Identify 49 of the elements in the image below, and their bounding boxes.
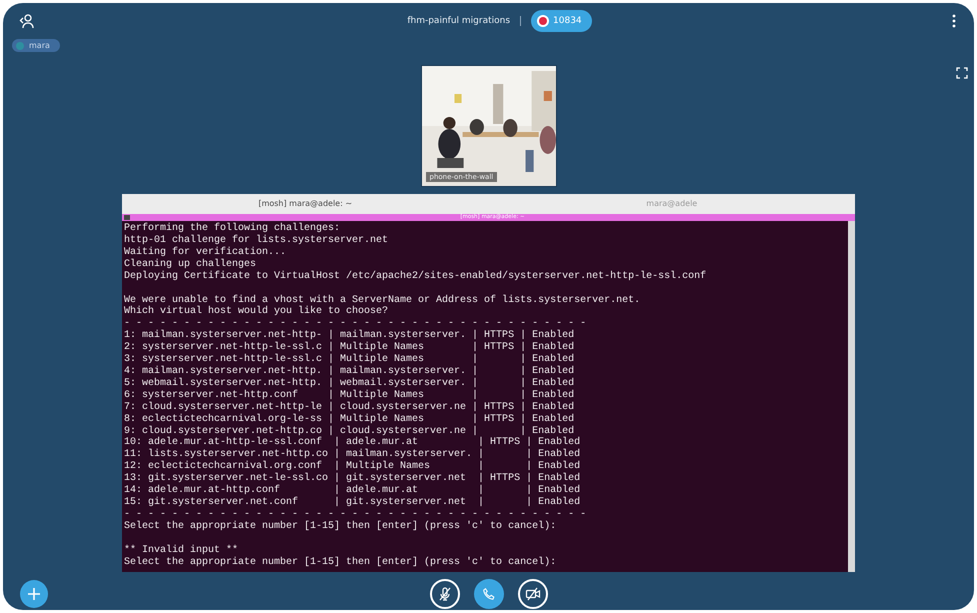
more-menu-icon[interactable] — [952, 14, 956, 28]
terminal-tab[interactable]: mara@adele — [488, 194, 855, 214]
terminal-line: 12: eclectictechcarnival.org.conf | Multiple Names | | Enabled — [124, 461, 582, 472]
terminal-app-icon — [124, 215, 130, 220]
terminal-line: - - - - - - - - - - - - - - - - - - - - - - - - - - - - - - - - - - - - - - - — [124, 508, 588, 520]
terminal-line: 10: adele.mur.at-http-le-ssl.conf | adele.mur.at | HTTPS | Enabled — [124, 437, 582, 448]
phone-icon — [482, 587, 496, 601]
status-dot-icon — [16, 42, 24, 50]
terminal-line: 15: git.systerserver.net.conf | git.systerserver.net | | Enabled — [124, 496, 582, 509]
terminal-line: 1: mailman.systerserver.net-http- | mailman.systerserver. | HTTPS | Enabled — [124, 330, 576, 342]
terminal-line: 11: lists.systerserver.net-http.co | mailman.systerserver. | | Enabled — [124, 449, 582, 460]
mute-button[interactable] — [430, 579, 460, 609]
terminal-line: Select the appropriate number [1-15] then [enter] (press 'c' to cancel): — [124, 556, 558, 568]
terminal-line: http-01 challenge for lists.systerserver.net — [124, 234, 390, 246]
terminal-line: Deploying Certificate to VirtualHost /etc/apache2/sites-enabled/systerserver.net-http-le-ssl.conf — [124, 270, 708, 283]
plus-icon — [27, 587, 41, 601]
hang-up-button[interactable] — [474, 579, 504, 609]
scrollbar[interactable] — [848, 221, 855, 572]
terminal-line: 7: cloud.systerserver.net-http-le | cloud.systerserver.ne | HTTPS | Enabled — [124, 402, 576, 414]
fullscreen-icon[interactable] — [956, 67, 968, 79]
terminal-line: 13: git.systerserver.net-le-ssl.co | git.systerserver.net | HTTPS | Enabled — [124, 473, 582, 484]
record-dot-icon — [539, 17, 548, 25]
terminal-line: Performing the following challenges: — [124, 223, 342, 234]
terminal-tab[interactable]: [mosh] mara@adele: ~ — [122, 194, 488, 214]
terminal-line: 5: webmail.systerserver.net-http. | webmail.systerserver. | | Enabled — [124, 378, 576, 390]
microphone-off-icon — [436, 586, 452, 602]
recording-pill[interactable]: 10834 — [531, 10, 592, 32]
terminal-line: 14: adele.mur.at-http.conf | adele.mur.at | | Enabled — [124, 485, 582, 496]
camera-off-icon — [524, 586, 540, 602]
camera-button[interactable] — [518, 579, 548, 609]
call-title: fhm-painful migrations — [407, 16, 510, 26]
recording-timer: 10834 — [553, 16, 582, 26]
terminal-line: 4: mailman.systerserver.net-http. | mailman.systerserver. | | Enabled — [124, 366, 576, 378]
terminal-line: 9: cloud.systerserver.net-http.co | cloud.systerserver.ne | | Enabled — [124, 426, 576, 436]
terminal-line: ** Invalid input ** — [124, 544, 240, 556]
terminal-line: 3: systerserver.net-http-le-ssl.c | Multiple Names | | Enabled — [124, 354, 576, 366]
participant-chip[interactable]: mara — [12, 39, 60, 52]
terminal-line: 6: systerserver.net-http.conf | Multiple Names | | Enabled — [124, 390, 576, 402]
terminal-line: Waiting for verification... — [124, 246, 288, 258]
leave-room-icon[interactable] — [19, 13, 35, 29]
terminal-line: We were unable to find a vhost with a ServerName or Address of lists.systerserver.net. — [124, 294, 642, 306]
terminal-line: Cleaning up challenges — [124, 258, 258, 270]
terminal-line: Which virtual host would you like to choose? — [124, 306, 390, 318]
terminal-line: 8: eclectictechcarnival.org-le-ss | Multiple Names | HTTPS | Enabled — [124, 414, 576, 426]
terminal-line: - - - - - - - - - - - - - - - - - - - - - - - - - - - - - - - - - - - - - - - — [124, 318, 588, 330]
add-button[interactable] — [20, 580, 48, 608]
terminal-line: 2: systerserver.net-http-le-ssl.c | Multiple Names | HTTPS | Enabled — [124, 342, 576, 354]
participant-name: mara — [29, 41, 50, 50]
terminal-line: Select the appropriate number [1-15] then [enter] (press 'c' to cancel): — [124, 520, 558, 533]
